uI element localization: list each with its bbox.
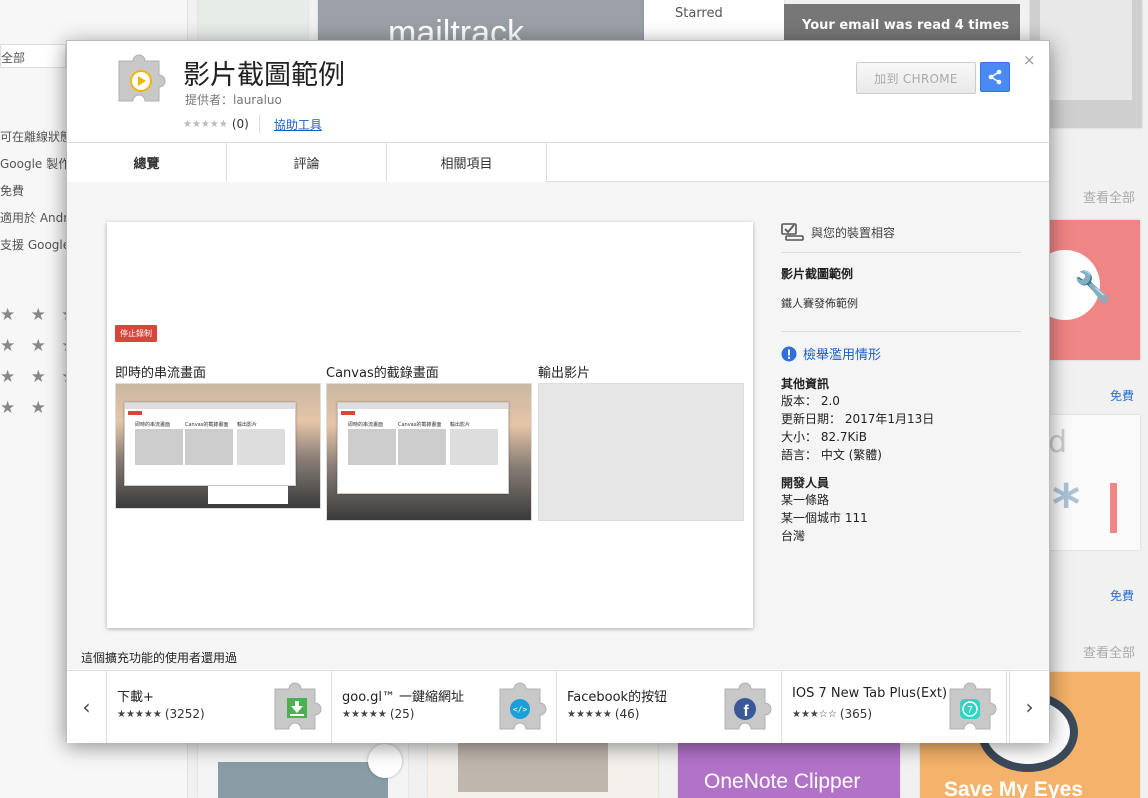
carousel-prev-button[interactable]: ‹: [67, 671, 107, 743]
bg-card-bottom-2[interactable]: [428, 742, 658, 798]
details-panel: 與您的裝置相容 影片截圖範例 鐵人賽發佈範例 檢舉濫用情形 其他資訊 版本： 2…: [781, 222, 1021, 545]
side-extension-name: 影片截圖範例: [781, 267, 854, 281]
puzzle-play-icon: [111, 47, 173, 109]
facebook-icon: f: [717, 675, 779, 737]
related-item[interactable]: Facebook的按钮 ★★★★★ (46) f: [557, 671, 782, 743]
tab-bar: 總覽 評論 相關項目: [67, 142, 1049, 183]
related-heading: 這個擴充功能的使用者還用過: [81, 651, 238, 665]
share-icon: [988, 69, 1002, 85]
download-icon: [267, 675, 329, 737]
bg-card-red[interactable]: 🔧: [1050, 220, 1140, 360]
related-item-rating: ★★★☆☆ (365): [792, 707, 873, 721]
device-compatible-icon: [781, 223, 804, 241]
mailtrack-card[interactable]: mailtrack: [318, 0, 644, 40]
see-all-link[interactable]: 查看全部: [1083, 187, 1135, 206]
stop-recording-badge: 停止錄制: [115, 325, 157, 342]
toast-text: Your email was read 4 times: [802, 18, 1010, 33]
extension-title: 影片截圖範例: [183, 60, 345, 91]
mail-list-card: Starred: [644, 0, 784, 40]
free-label: 免費: [1110, 589, 1135, 603]
dialog-header: 影片截圖範例 提供者：lauraluo ★★★★★ (0) 協助工具 加到 CH…: [67, 41, 1049, 143]
read-toast: Your email was read 4 times: [784, 4, 1020, 40]
related-item-rating: ★★★★★ (3252): [117, 707, 205, 721]
close-icon[interactable]: ×: [1023, 51, 1036, 69]
related-item[interactable]: 下載+ ★★★★★ (3252): [107, 671, 332, 743]
ios7-icon: 7: [942, 675, 1004, 737]
see-all-link[interactable]: 查看全部: [1083, 642, 1135, 661]
add-to-chrome-button[interactable]: 加到 CHROME: [856, 62, 976, 94]
info-language: 語言： 中文 (繁體): [781, 448, 882, 462]
live-stream-frame: 即時的串流畫面 Canvas的截錄畫面 輸出影片: [115, 383, 321, 509]
screenshot-preview[interactable]: 停止錄制 即時的串流畫面 Canvas的截錄畫面 輸出影片 即時的串流畫面 Ca…: [107, 222, 753, 628]
sidebar-item[interactable]: 可在離線狀態: [0, 128, 72, 145]
sidebar-item[interactable]: 支援 Google: [0, 236, 70, 253]
related-item-name: Facebook的按钮: [567, 690, 668, 705]
divider: [781, 252, 1021, 253]
screenshot-label: 輸出影片: [538, 366, 591, 381]
canvas-capture-frame: 即時的串流畫面 Canvas的截錄畫面 輸出影片: [326, 383, 532, 521]
extension-provider: 提供者：lauraluo: [185, 93, 282, 107]
divider: [781, 331, 1021, 332]
sidebar-item[interactable]: Google 製作: [0, 155, 70, 172]
carousel-next-button[interactable]: ›: [1009, 671, 1049, 743]
related-carousel: ‹ 下載+ ★★★★★ (3252) goo.gl™ 一鍵縮網址 ★★★★★ (…: [67, 670, 1049, 743]
save-eyes-title: Save My Eyes: [944, 778, 1083, 798]
divider: [258, 115, 260, 133]
rating-stars-icon: ★★★★★: [183, 118, 228, 130]
info-updated: 更新日期： 2017年1月13日: [781, 412, 935, 426]
screenshot-label: Canvas的截錄畫面: [326, 366, 439, 381]
rating-row: ★★★★★ (0) 協助工具: [183, 115, 322, 133]
developer-heading: 開發人員: [781, 476, 830, 490]
related-item-name: IOS 7 New Tab Plus(Ext): [792, 686, 948, 701]
related-item-rating: ★★★★★ (25): [342, 707, 415, 721]
related-item[interactable]: goo.gl™ 一鍵縮網址 ★★★★★ (25) </>: [332, 671, 557, 743]
developer-line: 某一條路: [781, 493, 830, 507]
extension-detail-dialog: 影片截圖範例 提供者：lauraluo ★★★★★ (0) 協助工具 加到 CH…: [66, 40, 1050, 743]
mail-starred: Starred: [675, 6, 723, 21]
tab-overview[interactable]: 總覽: [67, 143, 227, 183]
free-label: 免費: [1110, 389, 1135, 403]
side-extension-desc: 鐵人賽發佈範例: [781, 297, 858, 310]
svg-text:f: f: [743, 703, 749, 720]
onenote-title: OneNote Clipper: [704, 770, 861, 793]
developer-line: 某一個城市 111: [781, 511, 868, 525]
related-item-name: goo.gl™ 一鍵縮網址: [342, 690, 465, 705]
tab-related[interactable]: 相關項目: [387, 143, 547, 182]
report-abuse-link[interactable]: 檢舉濫用情形: [781, 344, 1021, 363]
rating-filter-1[interactable]: ★ ★: [0, 398, 51, 418]
tab-reviews[interactable]: 評論: [227, 143, 387, 182]
sidebar-item[interactable]: 免費: [0, 182, 24, 199]
info-heading: 其他資訊: [781, 377, 830, 391]
category-link[interactable]: 協助工具: [274, 116, 322, 133]
alert-icon: [781, 346, 797, 361]
rating-count: (0): [231, 117, 249, 131]
mailtrack-title: mailtrack: [388, 14, 525, 40]
sidebar-item[interactable]: 適用於 Andr: [0, 209, 68, 226]
info-version: 版本： 2.0: [781, 394, 840, 408]
compat-row: 與您的裝置相容: [781, 222, 1021, 242]
related-item-name: 下載+: [117, 690, 154, 705]
bg-card-bottom-1[interactable]: [198, 742, 408, 798]
related-item[interactable]: IOS 7 New Tab Plus(Ext) ★★★☆☆ (365) 7: [782, 671, 1007, 743]
onenote-card[interactable]: OneNote Clipper: [678, 742, 900, 798]
sidebar-filter-input[interactable]: 全部: [0, 44, 66, 68]
overview-content: 停止錄制 即時的串流畫面 Canvas的截錄畫面 輸出影片 即時的串流畫面 Ca…: [67, 182, 1049, 669]
report-abuse-text: 檢舉濫用情形: [803, 348, 882, 363]
compat-text: 與您的裝置相容: [811, 225, 896, 240]
share-button[interactable]: [980, 62, 1010, 92]
bg-card-star[interactable]: d *: [1048, 415, 1140, 550]
developer-line: 台灣: [781, 529, 806, 543]
bg-card-tile[interactable]: [198, 0, 308, 40]
info-size: 大小： 82.7KiB: [781, 430, 867, 444]
related-item-rating: ★★★★★ (46): [567, 707, 640, 721]
screenshot-label: 即時的串流畫面: [115, 366, 207, 381]
code-icon: </>: [492, 675, 554, 737]
svg-text:7: 7: [967, 705, 973, 716]
svg-text:</>: </>: [513, 705, 528, 714]
output-video-frame: [538, 383, 744, 521]
